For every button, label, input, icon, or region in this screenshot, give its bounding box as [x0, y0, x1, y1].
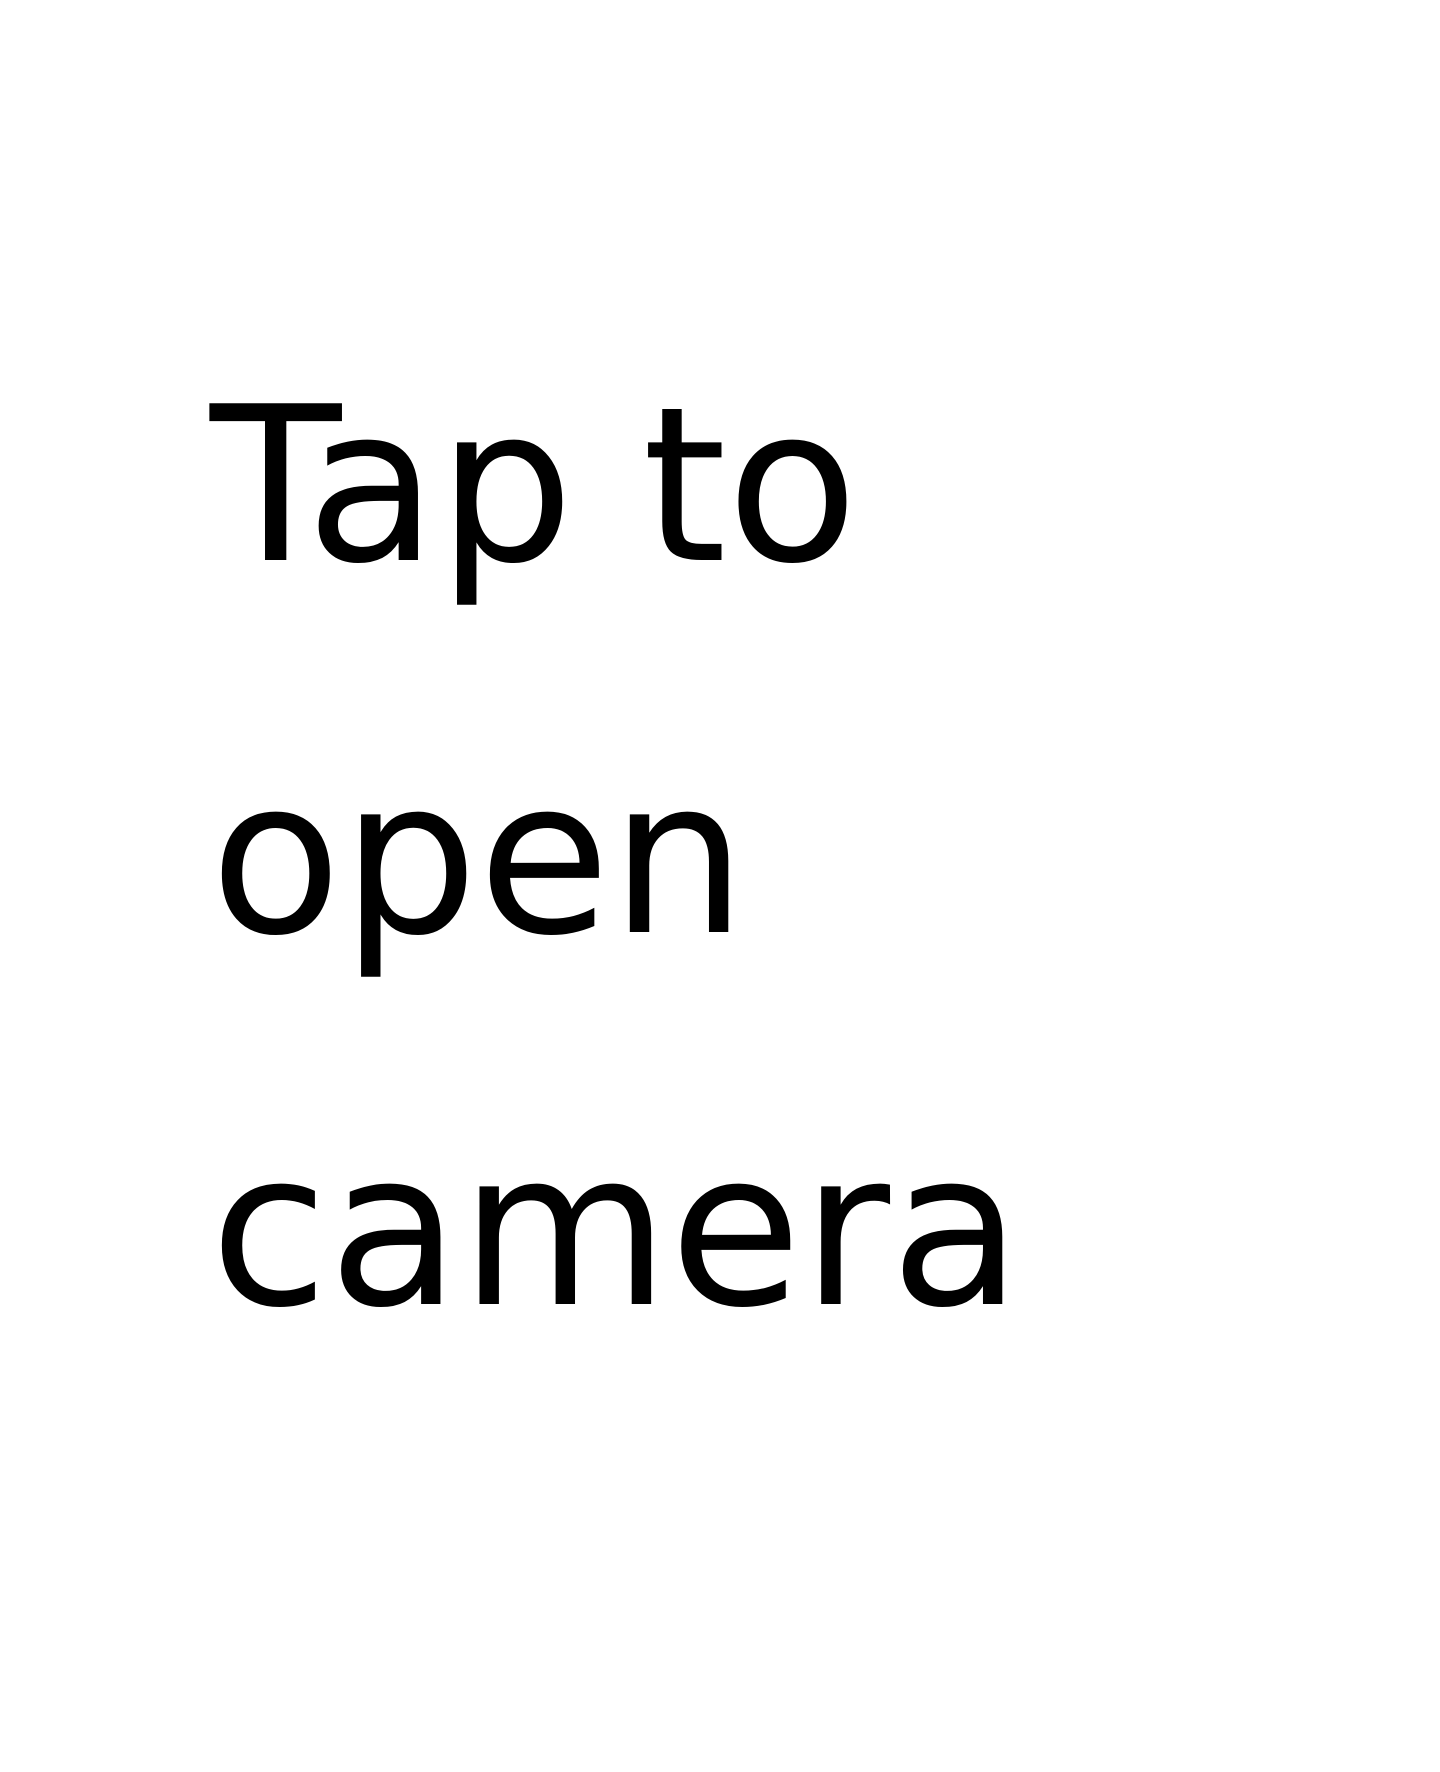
- open-camera-tap-area[interactable]: Tap to open camera: [0, 0, 1440, 1772]
- prompt-line-2: open: [210, 732, 747, 983]
- open-camera-prompt: Tap to open camera: [210, 300, 1022, 1416]
- prompt-line-3: camera: [210, 1104, 1022, 1355]
- prompt-line-1: Tap to: [210, 360, 859, 611]
